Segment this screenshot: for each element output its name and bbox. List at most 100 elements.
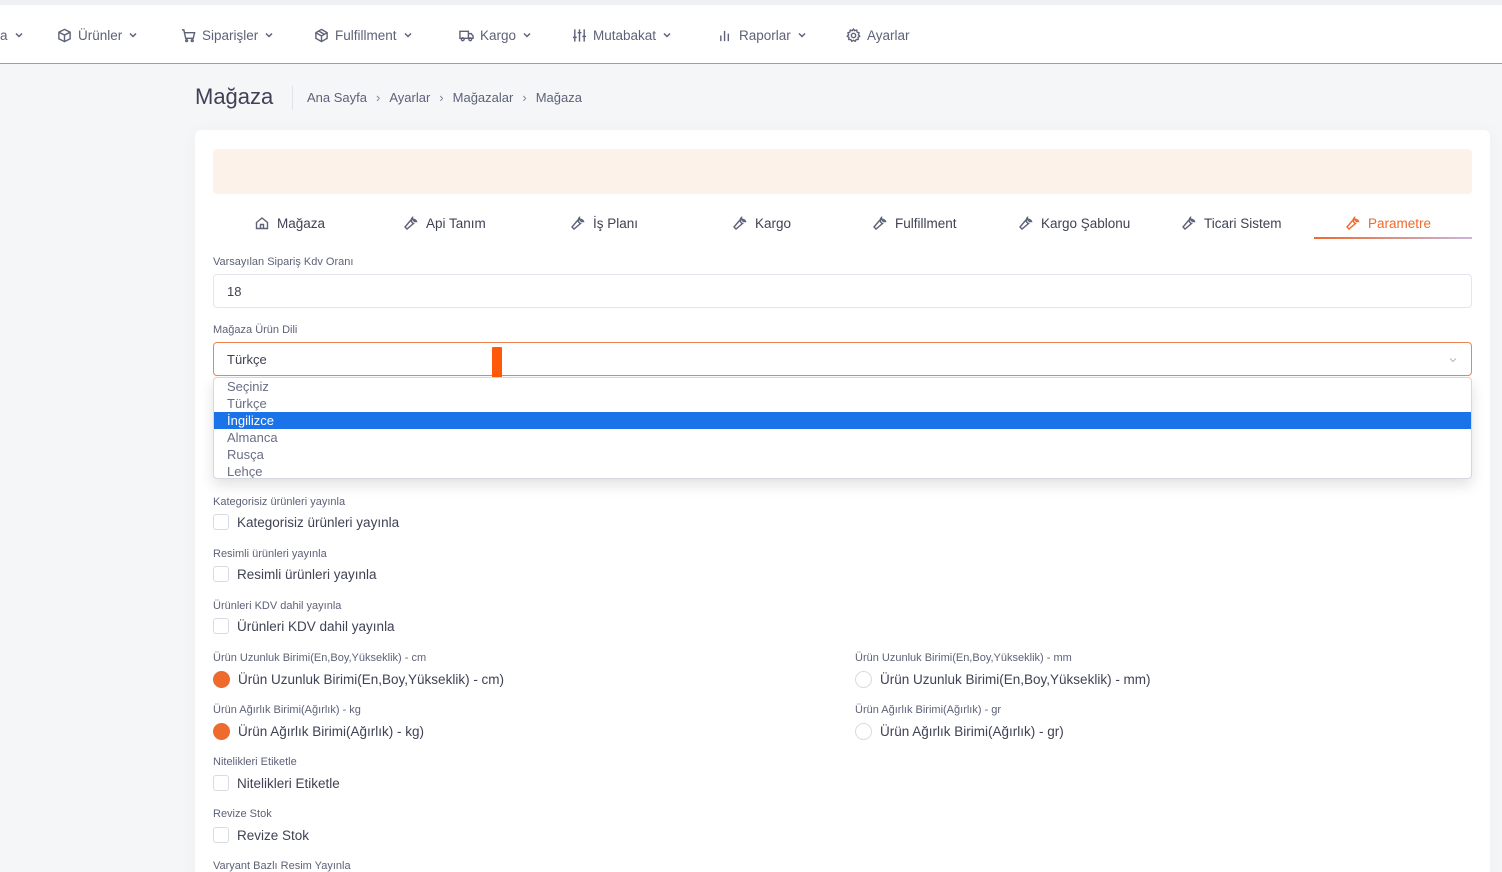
language-label: Mağaza Ürün Dili — [213, 324, 298, 336]
weight-gr-radio[interactable] — [855, 722, 872, 740]
weight-kg-radio-text: Ürün Ağırlık Birimi(Ağırlık) - kg) — [238, 723, 425, 739]
wrench-icon — [733, 216, 747, 230]
truck-icon — [459, 30, 474, 41]
tab-kargo-sablonu[interactable]: Kargo Şablonu — [1019, 213, 1130, 233]
with-images-label: Resimli ürünleri yayınla — [213, 548, 327, 560]
wrench-icon — [873, 216, 887, 230]
nav-item-raporlar[interactable]: Raporlar — [718, 26, 807, 44]
chevron-down-icon — [129, 32, 137, 38]
length-mm-label: Ürün Uzunluk Birimi(En,Boy,Yükseklik) - … — [855, 652, 1072, 664]
bar-chart-icon — [720, 30, 730, 41]
uncategorized-checkbox-row[interactable]: Kategorisiz ürünleri yayınla — [213, 513, 399, 531]
active-tab-indicator — [1314, 237, 1472, 239]
uncategorized-checkbox[interactable] — [213, 514, 229, 530]
kdv-input[interactable]: 18 — [213, 274, 1472, 308]
chevron-down-icon — [265, 32, 273, 38]
kdv-included-checkbox[interactable] — [213, 618, 229, 634]
revise-stock-checkbox-row[interactable]: Revize Stok — [213, 826, 309, 844]
title-divider — [292, 86, 293, 110]
language-select[interactable]: Türkçe — [213, 342, 1472, 376]
breadcrumb: Ana Sayfa › Ayarlar › Mağazalar › Mağaza — [307, 90, 582, 105]
settings-card — [195, 130, 1490, 872]
kdv-label: Varsayılan Sipariş Kdv Oranı — [213, 256, 354, 268]
tab-label: Mağaza — [277, 215, 326, 231]
nav-item-siparisler[interactable]: Siparişler — [181, 26, 274, 44]
tab-label: İş Planı — [593, 215, 639, 231]
nav-item-label: Raporlar — [739, 27, 791, 43]
language-option[interactable]: Türkçe — [214, 395, 1471, 412]
language-option[interactable]: Almanca — [214, 429, 1471, 446]
chevron-down-icon — [523, 32, 531, 38]
tab-label: Parametre — [1368, 215, 1432, 231]
tab-ticari-sistem[interactable]: Ticari Sistem — [1182, 213, 1282, 233]
tag-attributes-checkbox[interactable] — [213, 775, 229, 791]
nav-item-partial[interactable]: a — [0, 26, 24, 44]
language-dropdown-list: Seçiniz Türkçe İngilizce Almanca Rusça L… — [213, 377, 1472, 479]
language-option-highlighted[interactable]: İngilizce — [214, 412, 1471, 429]
cube-icon — [315, 28, 328, 42]
info-banner — [213, 149, 1472, 194]
tab-label: Fulfillment — [895, 215, 957, 231]
breadcrumb-link[interactable]: Ana Sayfa — [307, 90, 367, 105]
weight-gr-radio-text: Ürün Ağırlık Birimi(Ağırlık) - gr) — [880, 723, 1064, 739]
language-option[interactable]: Rusça — [214, 446, 1471, 463]
with-images-checkbox-row[interactable]: Resimli ürünleri yayınla — [213, 565, 377, 583]
tab-label: Api Tanım — [426, 215, 486, 231]
weight-kg-radio-row[interactable]: Ürün Ağırlık Birimi(Ağırlık) - kg) — [213, 722, 424, 740]
revise-stock-label: Revize Stok — [213, 808, 272, 820]
tab-parametre[interactable]: Parametre — [1346, 213, 1431, 233]
nav-item-label: a — [0, 27, 8, 43]
breadcrumb-link[interactable]: Mağazalar — [453, 90, 514, 105]
length-cm-label: Ürün Uzunluk Birimi(En,Boy,Yükseklik) - … — [213, 652, 427, 664]
tab-fulfillment[interactable]: Fulfillment — [873, 213, 957, 233]
length-cm-radio-text: Ürün Uzunluk Birimi(En,Boy,Yükseklik) - … — [238, 671, 505, 687]
box-icon — [58, 28, 71, 42]
kdv-included-checkbox-text: Ürünleri KDV dahil yayınla — [237, 618, 395, 634]
wrench-icon — [1182, 216, 1196, 230]
tab-label: Ticari Sistem — [1204, 215, 1282, 231]
tag-attributes-checkbox-text: Nitelikleri Etiketle — [237, 775, 340, 791]
length-cm-radio[interactable] — [213, 670, 230, 688]
nav-item-fulfillment[interactable]: Fulfillment — [314, 26, 413, 44]
tab-magaza[interactable]: Mağaza — [255, 213, 325, 233]
nav-item-ayarlar[interactable]: Ayarlar — [846, 26, 910, 44]
chevron-down-icon — [1449, 358, 1457, 363]
chevron-down-icon — [798, 32, 806, 38]
language-select-value: Türkçe — [227, 352, 267, 367]
breadcrumb-current: Mağaza — [535, 90, 582, 105]
tag-attributes-checkbox-row[interactable]: Nitelikleri Etiketle — [213, 774, 340, 792]
revise-stock-checkbox[interactable] — [213, 827, 229, 843]
wrench-icon — [404, 216, 418, 230]
wrench-icon — [1019, 216, 1033, 230]
length-cm-radio-row[interactable]: Ürün Uzunluk Birimi(En,Boy,Yükseklik) - … — [213, 670, 504, 688]
weight-gr-radio-row[interactable]: Ürün Ağırlık Birimi(Ağırlık) - gr) — [855, 722, 1064, 740]
chevron-down-icon — [403, 32, 412, 38]
tab-is-plani[interactable]: İş Planı — [571, 213, 638, 233]
length-mm-radio[interactable] — [855, 670, 872, 688]
nav-item-mutabakat[interactable]: Mutabakat — [572, 26, 672, 44]
length-mm-radio-row[interactable]: Ürün Uzunluk Birimi(En,Boy,Yükseklik) - … — [855, 670, 1151, 688]
breadcrumb-separator-icon: › — [439, 90, 444, 105]
nav-item-label: Fulfillment — [335, 27, 397, 43]
cart-icon — [181, 28, 196, 42]
kdv-included-checkbox-row[interactable]: Ürünleri KDV dahil yayınla — [213, 617, 395, 635]
tab-kargo[interactable]: Kargo — [733, 213, 791, 233]
language-option[interactable]: Lehçe — [214, 463, 1471, 478]
uncategorized-label: Kategorisiz ürünleri yayınla — [213, 496, 346, 508]
tab-label: Kargo — [755, 215, 792, 231]
breadcrumb-link[interactable]: Ayarlar — [389, 90, 430, 105]
weight-kg-radio[interactable] — [213, 722, 230, 740]
nav-item-kargo[interactable]: Kargo — [459, 26, 532, 44]
chevron-down-icon — [14, 32, 23, 38]
nav-item-label: Kargo — [480, 27, 517, 43]
breadcrumb-separator-icon: › — [522, 90, 527, 105]
variant-image-label: Varyant Bazlı Resim Yayınla — [213, 860, 351, 872]
breadcrumb-separator-icon: › — [376, 90, 381, 105]
text-cursor-marker — [492, 347, 502, 378]
nav-item-label: Mutabakat — [593, 27, 657, 43]
tab-api-tanim[interactable]: Api Tanım — [404, 213, 486, 233]
with-images-checkbox[interactable] — [213, 566, 229, 582]
language-option[interactable]: Seçiniz — [214, 378, 1471, 395]
nav-item-urunler[interactable]: Ürünler — [57, 26, 138, 44]
wrench-icon — [571, 216, 585, 230]
